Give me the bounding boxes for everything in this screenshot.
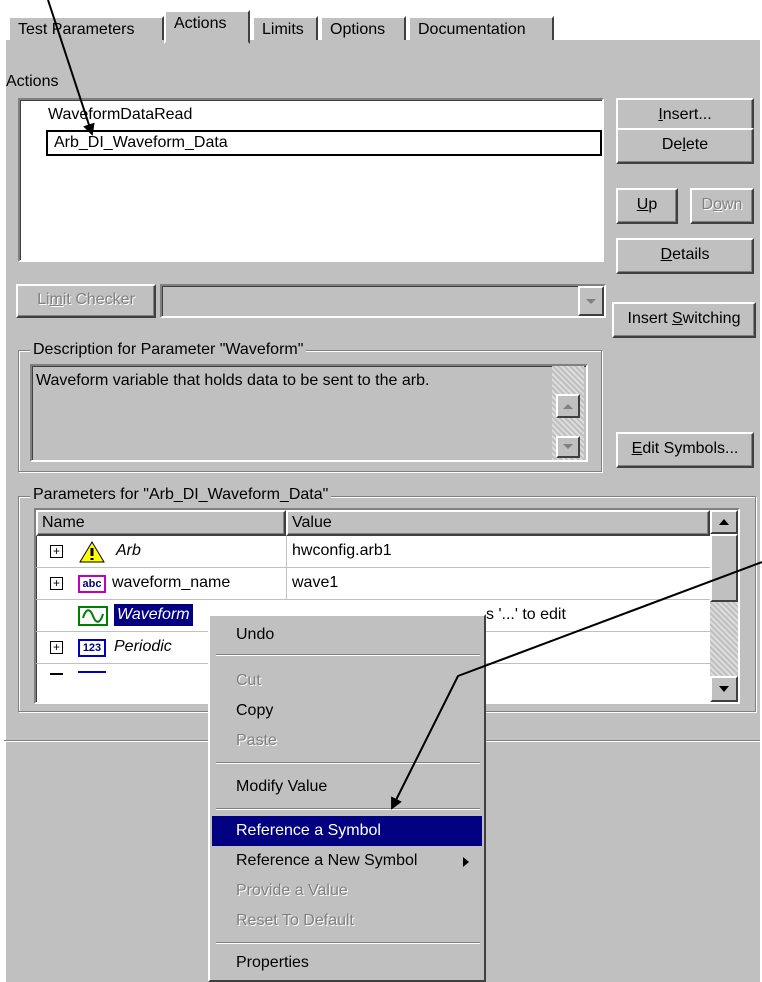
param-value: hwconfig.arb1 (292, 542, 392, 559)
tab-actions[interactable]: Actions (164, 10, 250, 44)
param-value: wave1 (292, 574, 339, 591)
expand-icon[interactable]: + (50, 545, 63, 558)
menu-separator (216, 654, 480, 656)
down-button[interactable]: Down (690, 188, 754, 224)
chevron-up-icon (719, 519, 729, 525)
menu-item-reference-a-new-symbol[interactable]: Reference a New Symbol (212, 846, 482, 876)
menu-item-reference-a-symbol[interactable]: Reference a Symbol (212, 816, 482, 846)
chevron-down-icon (563, 444, 573, 449)
expand-icon[interactable]: + (50, 577, 63, 590)
string-type-icon: abc (78, 575, 106, 593)
menu-separator (216, 762, 480, 764)
menu-item-copy[interactable]: Copy (212, 696, 482, 726)
parameters-scrollbar[interactable] (710, 510, 738, 702)
warning-icon (79, 541, 105, 563)
column-header-name[interactable]: Name (36, 510, 286, 536)
description-text: Waveform variable that holds data to be … (36, 372, 430, 389)
action-item-arb-di-waveform-data[interactable]: Arb_DI_Waveform_Data (46, 130, 602, 156)
menu-item-paste[interactable]: Paste (212, 726, 482, 756)
chevron-up-icon (563, 404, 573, 409)
menu-item-provide-a-value[interactable]: Provide a Value (212, 876, 482, 906)
context-menu: Undo Cut Copy Paste Modify Value Referen… (208, 614, 486, 982)
dropdown-arrow-button[interactable] (578, 286, 604, 316)
numeric-type-icon: 123 (78, 639, 106, 657)
param-name: Periodic (114, 638, 172, 655)
description-title: Description for Parameter "Waveform" (30, 341, 307, 359)
actions-list[interactable]: WaveformDataRead Arb_DI_Waveform_Data (18, 98, 604, 262)
expand-icon[interactable]: + (50, 641, 63, 654)
menu-separator (216, 942, 480, 944)
menu-item-cut[interactable]: Cut (212, 666, 482, 696)
delete-button[interactable]: Delete (616, 128, 754, 164)
actions-label: Actions (6, 73, 59, 90)
chevron-down-icon (719, 686, 729, 692)
parameters-title: Parameters for "Arb_DI_Waveform_Data" (30, 486, 332, 504)
description-box: Waveform variable that holds data to be … (30, 364, 588, 462)
table-row[interactable]: + Arb hwconfig.arb1 (36, 536, 710, 568)
scroll-up-button[interactable] (556, 394, 580, 418)
scroll-down-button[interactable] (556, 436, 580, 458)
action-item-waveformdataread[interactable]: WaveformDataRead (48, 103, 192, 127)
param-name-selected: Waveform (114, 604, 193, 626)
limit-checker-button[interactable]: Limit Checker (16, 284, 156, 318)
param-name: waveform_name (112, 574, 231, 591)
scroll-thumb[interactable] (710, 534, 738, 602)
param-name: Arb (116, 542, 141, 559)
column-header-value[interactable]: Value (286, 510, 710, 536)
menu-item-undo[interactable]: Undo (212, 620, 482, 650)
menu-item-label: Reference a New Symbol (236, 852, 418, 869)
submenu-arrow-icon (463, 857, 469, 867)
waveform-type-icon (78, 606, 108, 626)
param-value-hint: s '...' to edit (486, 606, 566, 623)
description-scrollbar[interactable] (552, 366, 584, 460)
table-row[interactable]: + abc waveform_name wave1 (36, 568, 710, 600)
chevron-down-icon (586, 299, 596, 304)
details-button[interactable]: Details (616, 238, 754, 274)
scroll-up-button[interactable] (710, 510, 738, 534)
limit-checker-dropdown[interactable] (160, 284, 606, 318)
menu-item-modify-value[interactable]: Modify Value (212, 772, 482, 802)
scroll-down-button[interactable] (710, 676, 738, 702)
insert-switching-button[interactable]: Insert Switching (612, 302, 756, 338)
edit-symbols-button[interactable]: Edit Symbols... (616, 432, 754, 468)
menu-item-reset-to-default[interactable]: Reset To Default (212, 906, 482, 936)
menu-item-properties[interactable]: Properties (212, 948, 482, 978)
menu-separator (216, 808, 480, 810)
up-button[interactable]: Up (616, 188, 678, 224)
